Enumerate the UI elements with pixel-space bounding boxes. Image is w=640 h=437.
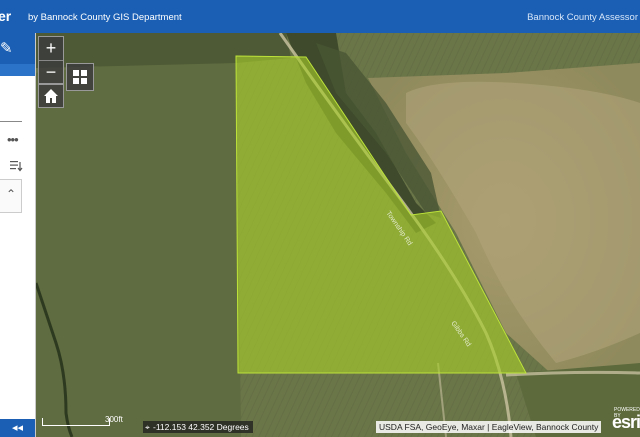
coordinate-readout[interactable]: ⌖ -112.153 42.352 Degrees bbox=[143, 421, 253, 433]
app-subtitle: by Bannock County GIS Department bbox=[28, 12, 182, 23]
scale-bar-line bbox=[42, 418, 110, 426]
crosshair-icon: ⌖ bbox=[145, 422, 150, 432]
sort-icon[interactable] bbox=[9, 159, 23, 173]
collapse-panel-button[interactable]: ◂◂ bbox=[0, 419, 35, 437]
scale-bar: 300ft bbox=[42, 415, 123, 429]
zoom-control: + − bbox=[38, 36, 64, 84]
side-panel-tab-bar[interactable] bbox=[0, 64, 35, 76]
double-chevron-left-icon: ◂◂ bbox=[11, 422, 24, 434]
more-icon[interactable]: ••• bbox=[7, 132, 19, 147]
esri-logo[interactable]: esri bbox=[612, 412, 640, 433]
grid-icon bbox=[73, 70, 87, 84]
home-button[interactable] bbox=[38, 84, 64, 108]
chevron-up-icon: ⌃ bbox=[6, 187, 17, 201]
app-title: er bbox=[0, 8, 12, 24]
zoom-out-button[interactable]: − bbox=[39, 61, 63, 84]
pencil-icon[interactable]: ✎ bbox=[0, 39, 13, 57]
panel-divider bbox=[0, 121, 22, 122]
home-icon bbox=[44, 89, 58, 103]
coordinate-text: -112.153 42.352 Degrees bbox=[153, 422, 249, 432]
basemap-gallery-button[interactable] bbox=[66, 63, 94, 91]
assessor-link[interactable]: Bannock County Assessor bbox=[527, 12, 638, 23]
side-panel: ✎ ••• ⌃ ◂◂ bbox=[0, 33, 36, 437]
side-panel-toolbar: ✎ bbox=[0, 33, 35, 64]
app-header: er by Bannock County GIS Department Bann… bbox=[0, 0, 640, 33]
collapse-button[interactable]: ⌃ bbox=[0, 179, 22, 213]
map-view[interactable]: Township Rd Gibbs Rd bbox=[36, 33, 640, 437]
zoom-in-button[interactable]: + bbox=[39, 37, 63, 61]
map-attribution: USDA FSA, GeoEye, Maxar | EagleView, Ban… bbox=[376, 421, 602, 433]
scale-bar-label: 300ft bbox=[105, 415, 123, 424]
satellite-imagery: Township Rd Gibbs Rd bbox=[36, 33, 640, 437]
